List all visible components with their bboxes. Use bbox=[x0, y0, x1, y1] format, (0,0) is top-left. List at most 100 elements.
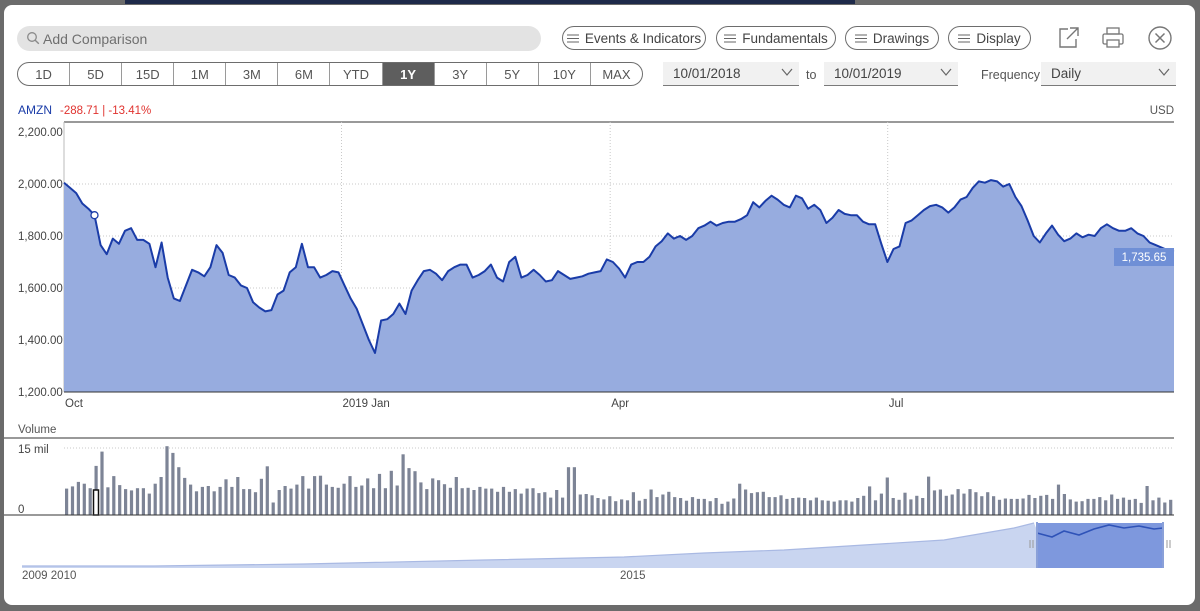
volume-bar bbox=[584, 494, 588, 515]
volume-bar bbox=[679, 498, 683, 515]
volume-bar bbox=[147, 493, 151, 515]
volume-bar bbox=[779, 495, 783, 515]
volume-bar bbox=[448, 487, 452, 515]
volume-bar bbox=[1121, 497, 1126, 515]
volume-bar bbox=[165, 446, 169, 515]
volume-bar bbox=[135, 488, 140, 515]
volume-bar bbox=[460, 488, 464, 515]
volume-bar bbox=[1021, 498, 1025, 515]
volume-bar bbox=[206, 486, 210, 515]
volume-title: Volume bbox=[18, 424, 56, 436]
volume-bar bbox=[921, 498, 925, 515]
volume-bar bbox=[649, 489, 653, 515]
volume-bar bbox=[437, 480, 441, 515]
volume-bar bbox=[82, 483, 86, 515]
volume-bar bbox=[755, 492, 759, 515]
volume-bar bbox=[986, 492, 990, 515]
volume-bar bbox=[637, 500, 641, 515]
volume-bar bbox=[224, 479, 228, 515]
volume-bar bbox=[478, 486, 482, 515]
volume-bar bbox=[578, 494, 582, 515]
last-price-value: 1,735.65 bbox=[1122, 252, 1167, 264]
volume-bar bbox=[212, 491, 216, 515]
volume-bar bbox=[596, 498, 600, 515]
volume-bar bbox=[490, 488, 494, 515]
volume-bar bbox=[620, 499, 624, 515]
volume-bar bbox=[153, 483, 157, 515]
volume-bar bbox=[797, 497, 801, 515]
volume-bar bbox=[200, 486, 204, 515]
volume-bar bbox=[507, 491, 511, 515]
volume-bar bbox=[684, 500, 689, 515]
volume-bar bbox=[159, 477, 163, 515]
volume-bar bbox=[1116, 498, 1120, 515]
volume-bar bbox=[738, 483, 742, 515]
y-axis: 2,200.00 2,000.00 1,800.00 1,600.00 1,400.00… bbox=[18, 127, 63, 399]
volume-bar bbox=[844, 500, 848, 515]
volume-bar bbox=[873, 500, 878, 515]
volume-bar bbox=[903, 492, 907, 515]
volume-bar bbox=[561, 497, 565, 515]
volume-bar bbox=[950, 494, 954, 515]
volume-bar bbox=[879, 493, 883, 515]
volume-bar bbox=[70, 486, 75, 515]
volume-bar bbox=[997, 499, 1002, 515]
volume-bar bbox=[307, 488, 311, 515]
volume-bar bbox=[289, 488, 293, 515]
volume-bar bbox=[1086, 498, 1090, 515]
volume-bar bbox=[65, 488, 69, 515]
volume-bar bbox=[366, 478, 370, 515]
navigator-right-handle[interactable] bbox=[1162, 522, 1171, 568]
y-tick-label: 1,400.00 bbox=[18, 335, 63, 347]
volume-bar bbox=[372, 488, 376, 515]
volume-bar bbox=[850, 501, 854, 515]
volume-bar bbox=[419, 482, 423, 515]
volume-bar bbox=[543, 492, 547, 515]
volume-bar bbox=[708, 501, 712, 515]
volume-bar bbox=[1092, 498, 1096, 515]
volume-bar bbox=[377, 473, 382, 515]
volume-bar bbox=[236, 477, 240, 515]
volume-bar bbox=[974, 492, 978, 515]
volume-bar bbox=[1062, 494, 1066, 515]
x-tick-label: Jul bbox=[889, 398, 904, 410]
volume-bar bbox=[909, 499, 913, 515]
volume-bar bbox=[690, 497, 695, 515]
volume-bar bbox=[856, 498, 860, 515]
navigator[interactable]: 2009 2010 2015 bbox=[22, 522, 1171, 582]
volume-bar bbox=[832, 501, 836, 515]
period-start-marker[interactable] bbox=[90, 211, 99, 220]
volume-bar bbox=[631, 492, 635, 515]
volume-cursor-marker bbox=[92, 489, 100, 516]
volume-bar bbox=[956, 489, 960, 515]
volume-bar bbox=[838, 500, 842, 515]
x-tick-label: Apr bbox=[611, 398, 629, 410]
volume-bar bbox=[330, 486, 334, 515]
volume-bar bbox=[141, 488, 145, 515]
price-chart: AMZN -288.71 | -13.41% USD 2,200.00 2,000… bbox=[4, 103, 1175, 582]
volume-bar bbox=[602, 499, 606, 515]
volume-bar bbox=[1056, 484, 1061, 515]
volume-bar bbox=[944, 495, 948, 515]
volume-bar bbox=[472, 490, 476, 515]
volume-bar bbox=[927, 476, 931, 515]
volume-bar bbox=[614, 501, 618, 515]
volume-bar bbox=[183, 477, 187, 515]
volume-bar bbox=[566, 467, 571, 515]
navigator-selection[interactable] bbox=[1037, 523, 1163, 568]
volume-bar bbox=[549, 497, 553, 515]
background-window-strip bbox=[125, 0, 855, 4]
volume-bar bbox=[496, 491, 500, 515]
y-tick-label: 1,800.00 bbox=[18, 231, 63, 243]
volume-bar bbox=[1145, 486, 1149, 515]
volume-bar bbox=[313, 476, 317, 515]
y-tick-label: 2,200.00 bbox=[18, 127, 63, 139]
volume-bar bbox=[1068, 499, 1072, 515]
y-tick-label: 1,200.00 bbox=[18, 387, 63, 399]
volume-bar bbox=[803, 498, 807, 515]
volume-bar bbox=[791, 498, 795, 515]
symbol-label[interactable]: AMZN bbox=[18, 103, 52, 117]
volume-bar bbox=[230, 486, 234, 515]
volume-bar bbox=[271, 502, 275, 515]
volume-bar bbox=[76, 481, 80, 515]
